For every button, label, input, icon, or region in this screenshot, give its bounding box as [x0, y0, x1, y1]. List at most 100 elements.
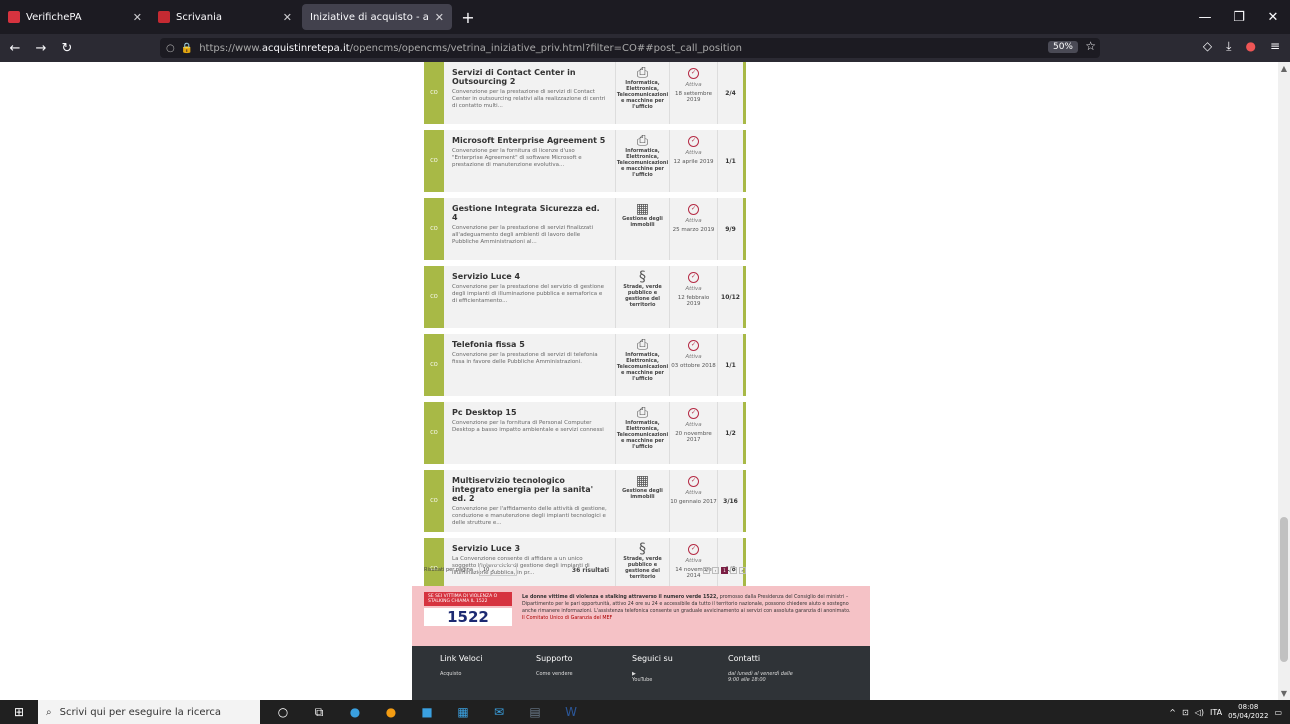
clock[interactable]: 08:08 05/04/2022	[1228, 703, 1268, 721]
category: ▦ Gestione degli immobili	[616, 198, 670, 260]
footer-link[interactable]: ▶ YouTube	[632, 671, 700, 683]
lots-count: 1/1	[725, 361, 736, 369]
initiative-card[interactable]: CO Microsoft Enterprise Agreement 5 Conven…	[424, 130, 746, 192]
status-label: Attiva	[685, 150, 702, 156]
close-icon[interactable]: ✕	[435, 11, 444, 24]
page-1-button[interactable]: 1	[721, 566, 728, 574]
initiative-card[interactable]: CO Servizi di Contact Center in Outsourci…	[424, 62, 746, 124]
check-circle-icon: ✓	[688, 408, 699, 419]
initiative-title[interactable]: Multiservizio tecnologico integrato ener…	[452, 476, 607, 503]
page-scrollbar[interactable]: ▲ ▼	[1278, 62, 1290, 700]
per-page-select[interactable]: 10 ⌄	[478, 564, 517, 576]
volume-icon[interactable]: ◁)	[1195, 708, 1204, 717]
search-icon: ⌕	[46, 706, 52, 718]
check-circle-icon: ✓	[688, 340, 699, 351]
scrollbar-thumb[interactable]	[1280, 517, 1288, 662]
footer-link[interactable]: Come vendere	[536, 671, 604, 677]
system-tray: ^ ⊡ ◁) ITA 08:08 05/04/2022 ▭	[1169, 703, 1290, 721]
check-circle-icon: ✓	[688, 544, 699, 555]
search-placeholder: Scrivi qui per eseguire la ricerca	[59, 706, 221, 718]
initiative-card[interactable]: CO Multiservizio tecnologico integrato en…	[424, 470, 746, 532]
restore-icon[interactable]: ❐	[1222, 10, 1256, 25]
helpline-logo[interactable]: SE SEI VITTIMA DI VIOLENZA O STALKING CH…	[412, 586, 522, 646]
category: ⎙ Informatica, Elettronica, Telecomunicaz…	[616, 130, 670, 192]
explorer-icon[interactable]: ■	[418, 705, 436, 720]
initiative-description: Convenzione per la prestazione di serviz…	[452, 352, 598, 365]
status-label: Attiva	[685, 82, 702, 88]
type-badge: CO	[424, 130, 444, 192]
tab-iniziative[interactable]: Iniziative di acquisto - acquistinretepa…	[302, 4, 452, 30]
scroll-up-icon[interactable]: ▲	[1278, 64, 1290, 73]
back-icon[interactable]: ←	[4, 41, 26, 56]
cortana-icon[interactable]: ○	[274, 705, 292, 720]
close-window-icon[interactable]: ✕	[1256, 10, 1290, 25]
initiative-title[interactable]: Gestione Integrata Sicurezza ed. 4	[452, 204, 607, 222]
close-icon[interactable]: ✕	[283, 11, 292, 24]
lots-count: 3/16	[723, 497, 738, 505]
card-main: Servizio Luce 4 Convenzione per la presta…	[444, 266, 616, 328]
first-page-button[interactable]: «	[703, 566, 710, 574]
close-icon[interactable]: ✕	[133, 11, 142, 24]
chevron-up-icon[interactable]: ^	[1169, 708, 1176, 717]
firefox-icon[interactable]: ●	[382, 705, 400, 720]
shield-icon[interactable]: ○	[166, 43, 175, 54]
pocket-icon[interactable]: ◇	[1203, 39, 1212, 54]
footer-heading: Seguici su	[632, 654, 673, 663]
tab-label: Scrivania	[176, 11, 223, 23]
initiative-title[interactable]: Servizi di Contact Center in Outsourcing…	[452, 68, 607, 86]
initiative-description: Convenzione per la prestazione di serviz…	[452, 89, 606, 109]
edge-icon[interactable]: ●	[346, 705, 364, 720]
calendar-icon[interactable]: ▦	[454, 705, 472, 720]
initiative-card[interactable]: CO Gestione Integrata Sicurezza ed. 4 Conv…	[424, 198, 746, 260]
last-page-button[interactable]: »	[739, 566, 746, 574]
footer-col-social: Seguici su ▶ YouTube	[604, 646, 700, 700]
zoom-level[interactable]: 50%	[1047, 41, 1078, 53]
download-icon[interactable]: ⤓	[1226, 39, 1231, 54]
lots-count: 1/2	[725, 429, 736, 437]
tab-verifichepa[interactable]: VerifichePA ✕	[0, 0, 150, 34]
bookmark-star-icon[interactable]: ☆	[1085, 39, 1096, 53]
taskbar-search[interactable]: ⌕ Scrivi qui per eseguire la ricerca	[38, 700, 260, 724]
initiative-card[interactable]: CO Telefonia fissa 5 Convenzione per la pr…	[424, 334, 746, 396]
mail-icon[interactable]: ✉	[490, 705, 508, 720]
language-indicator[interactable]: ITA	[1210, 708, 1222, 717]
lock-icon[interactable]: 🔒	[181, 43, 193, 54]
card-main: Servizi di Contact Center in Outsourcing…	[444, 62, 616, 124]
minimize-icon[interactable]: —	[1188, 10, 1222, 25]
task-view-icon[interactable]: ⧉	[310, 705, 328, 720]
network-icon[interactable]: ⊡	[1182, 708, 1189, 717]
type-badge: CO	[424, 62, 444, 124]
footer-link[interactable]: Acquisto	[440, 671, 508, 677]
new-tab-button[interactable]: +	[454, 0, 482, 34]
reload-icon[interactable]: ↻	[56, 41, 78, 56]
category-label: Informatica, Elettronica, Telecomunicazi…	[616, 352, 669, 382]
forward-icon[interactable]: →	[30, 41, 52, 56]
pagination-bar: Risultati per pagina 10 ⌄ 36 risultati «…	[424, 562, 746, 578]
windows-start-icon[interactable]: ⊞	[0, 705, 38, 719]
check-circle-icon: ✓	[688, 272, 699, 283]
initiative-description: Convenzione per la prestazione del servi…	[452, 284, 604, 304]
initiative-title[interactable]: Servizio Luce 4	[452, 272, 607, 281]
card-main: Multiservizio tecnologico integrato ener…	[444, 470, 616, 532]
initiative-title[interactable]: Pc Desktop 15	[452, 408, 607, 417]
status-label: Attiva	[685, 422, 702, 428]
scroll-down-icon[interactable]: ▼	[1278, 689, 1290, 698]
extension-icon[interactable]: ●	[1245, 39, 1255, 54]
initiative-title[interactable]: Servizio Luce 3	[452, 544, 607, 553]
next-page-button[interactable]: ›	[730, 566, 737, 574]
url-bar[interactable]: ○ 🔒 https://www.acquistinretepa.it/openc…	[160, 38, 1100, 58]
notification-icon[interactable]: ▭	[1274, 708, 1282, 717]
status-date: 10 gennaio 2017	[670, 499, 717, 505]
verifichepa-favicon-icon	[8, 11, 20, 23]
initiative-title[interactable]: Telefonia fissa 5	[452, 340, 607, 349]
word-icon[interactable]: W	[562, 705, 580, 720]
initiative-card[interactable]: CO Servizio Luce 4 Convenzione per la pres…	[424, 266, 746, 328]
initiative-card[interactable]: CO Pc Desktop 15 Convenzione per la fornit…	[424, 402, 746, 464]
app-icon[interactable]: ▤	[526, 705, 544, 720]
prev-page-button[interactable]: ‹	[712, 566, 719, 574]
menu-icon[interactable]: ≡	[1270, 39, 1280, 54]
banner-signature[interactable]: Il Comitato Unico di Garanzia del MEF	[522, 615, 862, 622]
footer-col-support: Supporto Come vendere	[508, 646, 604, 700]
initiative-title[interactable]: Microsoft Enterprise Agreement 5	[452, 136, 607, 145]
tab-scrivania[interactable]: Scrivania ✕	[150, 0, 300, 34]
